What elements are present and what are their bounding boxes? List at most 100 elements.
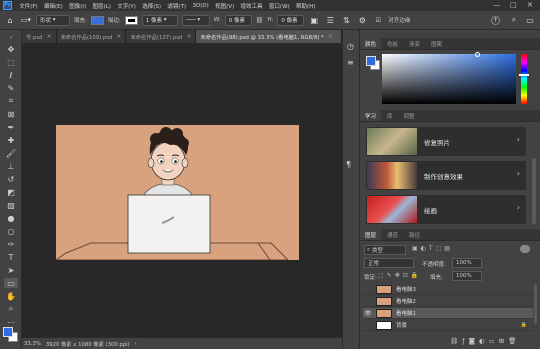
layer-row[interactable]: 看电脑2 bbox=[363, 296, 533, 307]
layer-row[interactable]: 看电脑3 bbox=[363, 284, 533, 295]
hue-slider-handle[interactable] bbox=[519, 74, 529, 76]
frame-tool-icon[interactable]: ⊠ bbox=[4, 109, 18, 119]
color-picker-handle[interactable] bbox=[475, 52, 480, 57]
marquee-tool-icon[interactable]: ⬚ bbox=[4, 57, 18, 67]
width-input[interactable]: 0 像素 bbox=[224, 14, 252, 26]
share-icon[interactable]: ↑ bbox=[491, 15, 500, 25]
new-layer-icon[interactable]: ⊞ bbox=[499, 337, 508, 345]
link-wh-icon[interactable]: ⛓ bbox=[256, 17, 264, 24]
crop-tool-icon[interactable]: ⌗ bbox=[4, 96, 18, 106]
tab-learn[interactable]: 学习 bbox=[360, 110, 382, 121]
eyedropper-tool-icon[interactable]: ✒ bbox=[4, 122, 18, 132]
close-tab-icon[interactable]: × bbox=[46, 33, 51, 40]
blend-mode-select[interactable]: 正常 bbox=[364, 258, 414, 268]
more-tools-icon[interactable]: ⋯ bbox=[4, 317, 18, 327]
trash-icon[interactable]: 🗑 bbox=[508, 337, 520, 345]
tab-libraries[interactable]: 库 bbox=[382, 110, 398, 121]
height-input[interactable]: 0 像素 bbox=[277, 14, 305, 26]
layer-filter-icons[interactable]: ▣◐T⬚▤ bbox=[412, 245, 453, 252]
healing-tool-icon[interactable]: ✚ bbox=[4, 135, 18, 145]
history-brush-tool-icon[interactable]: ↺ bbox=[4, 174, 18, 184]
menu-3d[interactable]: 3D(D) bbox=[189, 3, 212, 9]
minimize-button[interactable]: — bbox=[493, 1, 500, 9]
workspace-icon[interactable]: ▭ bbox=[524, 14, 536, 26]
pen-tool-icon[interactable]: ✑ bbox=[4, 239, 18, 249]
stroke-width-input[interactable]: 1 像素 ▾ bbox=[141, 14, 178, 26]
color-field[interactable] bbox=[382, 52, 516, 104]
lasso-tool-icon[interactable]: ℓ bbox=[4, 70, 18, 80]
close-tab-icon[interactable]: × bbox=[328, 33, 333, 40]
opacity-input[interactable]: 100% bbox=[452, 258, 482, 268]
tab-gradients[interactable]: 渐变 bbox=[404, 38, 425, 49]
menu-file[interactable]: 文件(F) bbox=[16, 2, 41, 10]
layer-row-selected[interactable]: 👁 看电脑1 bbox=[363, 308, 533, 319]
link-icon[interactable]: ⛓ bbox=[450, 337, 462, 345]
menu-filter[interactable]: 滤镜(T) bbox=[164, 2, 189, 10]
search-icon[interactable]: ⌕ bbox=[508, 14, 520, 26]
settings-gear-icon[interactable]: ⚙ bbox=[356, 14, 368, 26]
path-select-tool-icon[interactable]: ➤ bbox=[4, 265, 18, 275]
layer-name[interactable]: 看电脑3 bbox=[396, 285, 416, 293]
quick-select-tool-icon[interactable]: ✎ bbox=[4, 83, 18, 93]
stroke-type-select[interactable]: ─── ▾ bbox=[181, 14, 210, 26]
hue-slider[interactable] bbox=[519, 54, 529, 104]
rectangle-tool-icon[interactable]: ▭ bbox=[4, 278, 18, 288]
stroke-color-swatch[interactable] bbox=[124, 15, 138, 25]
menu-help[interactable]: 帮助(H) bbox=[293, 2, 319, 10]
brush-tool-icon[interactable]: 🖌 bbox=[4, 148, 18, 158]
menu-image[interactable]: 图像(I) bbox=[66, 2, 89, 10]
tab-document-active[interactable]: 未命名作品(98).psd @ 33.3% (看电脑1, RGB/8) * × bbox=[196, 30, 342, 43]
lock-icons[interactable]: ⬚✎✥⊡🔒 bbox=[378, 272, 421, 279]
status-menu-arrow-icon[interactable]: › bbox=[135, 341, 137, 347]
menu-plugins[interactable]: 增效工具 bbox=[237, 2, 265, 10]
dodge-tool-icon[interactable]: ○ bbox=[4, 226, 18, 236]
learn-panel-scrollbar[interactable] bbox=[532, 158, 536, 224]
toolbar-collapse-icon[interactable]: » bbox=[4, 33, 18, 43]
tab-adjustments[interactable]: 调整 bbox=[399, 110, 420, 121]
move-tool-icon[interactable]: ✥ bbox=[4, 44, 18, 54]
adjust-icon[interactable]: ◐ bbox=[479, 337, 489, 345]
tab-swatches[interactable]: 色板 bbox=[382, 38, 403, 49]
layer-row[interactable]: 背景 🔒 bbox=[363, 320, 533, 331]
fill-color-swatch[interactable] bbox=[90, 15, 104, 25]
path-operations-icon[interactable]: ▣ bbox=[308, 14, 320, 26]
hand-tool-icon[interactable]: ✋ bbox=[4, 291, 18, 301]
menu-edit[interactable]: 编辑(E) bbox=[41, 2, 66, 10]
tab-document-3[interactable]: 未命名作品(137).psd × bbox=[126, 30, 197, 43]
blur-tool-icon[interactable]: ● bbox=[4, 213, 18, 223]
path-arrangement-icon[interactable]: ⇅ bbox=[340, 14, 352, 26]
close-tab-icon[interactable]: × bbox=[116, 33, 121, 40]
layers-scrollbar[interactable] bbox=[534, 284, 537, 324]
shape-mode-select[interactable]: 形状 ▾ bbox=[36, 14, 70, 26]
menu-select[interactable]: 选择(S) bbox=[139, 2, 164, 10]
close-tab-icon[interactable]: × bbox=[186, 33, 191, 40]
layer-name[interactable]: 看电脑1 bbox=[396, 309, 416, 317]
stamp-tool-icon[interactable]: ⊥ bbox=[4, 161, 18, 171]
tab-document-2[interactable]: 未命名作品(109).psd × bbox=[56, 30, 127, 43]
paragraph-panel-icon[interactable]: ¶ bbox=[346, 160, 351, 169]
menu-type[interactable]: 文字(Y) bbox=[114, 2, 139, 10]
tab-paths[interactable]: 路径 bbox=[404, 229, 425, 240]
tab-patterns[interactable]: 图案 bbox=[426, 38, 447, 49]
tool-preset-picker[interactable]: ▭▾ bbox=[20, 14, 32, 26]
learn-card-creative-effects[interactable]: 制作创意效果 › bbox=[366, 161, 526, 190]
layer-filter-kind[interactable]: ⌕ 类型 bbox=[364, 245, 406, 255]
learn-card-repair-photo[interactable]: 修复照片 › bbox=[366, 127, 526, 156]
menu-window[interactable]: 窗口(W) bbox=[266, 2, 293, 10]
panel-fg-color[interactable] bbox=[366, 56, 376, 66]
history-panel-icon[interactable]: ◷ bbox=[347, 42, 354, 51]
tab-color[interactable]: 颜色 bbox=[360, 38, 382, 49]
menu-layer[interactable]: 图层(L) bbox=[89, 2, 114, 10]
tab-channels[interactable]: 通道 bbox=[382, 229, 403, 240]
eye-icon[interactable]: 👁 bbox=[363, 310, 373, 317]
maximize-button[interactable]: □ bbox=[510, 1, 517, 9]
learn-card-painting[interactable]: 绘画 › bbox=[366, 195, 526, 224]
zoom-level[interactable]: 33.3% bbox=[24, 341, 41, 347]
menu-view[interactable]: 视图(V) bbox=[212, 2, 237, 10]
close-window-button[interactable]: ✕ bbox=[527, 1, 533, 9]
align-edges-checkbox[interactable]: ☑ bbox=[372, 14, 384, 26]
foreground-color-swatch[interactable] bbox=[3, 327, 13, 337]
document-canvas[interactable] bbox=[56, 125, 299, 260]
filter-toggle-switch[interactable] bbox=[520, 245, 530, 253]
home-icon[interactable]: ⌂ bbox=[4, 14, 16, 26]
